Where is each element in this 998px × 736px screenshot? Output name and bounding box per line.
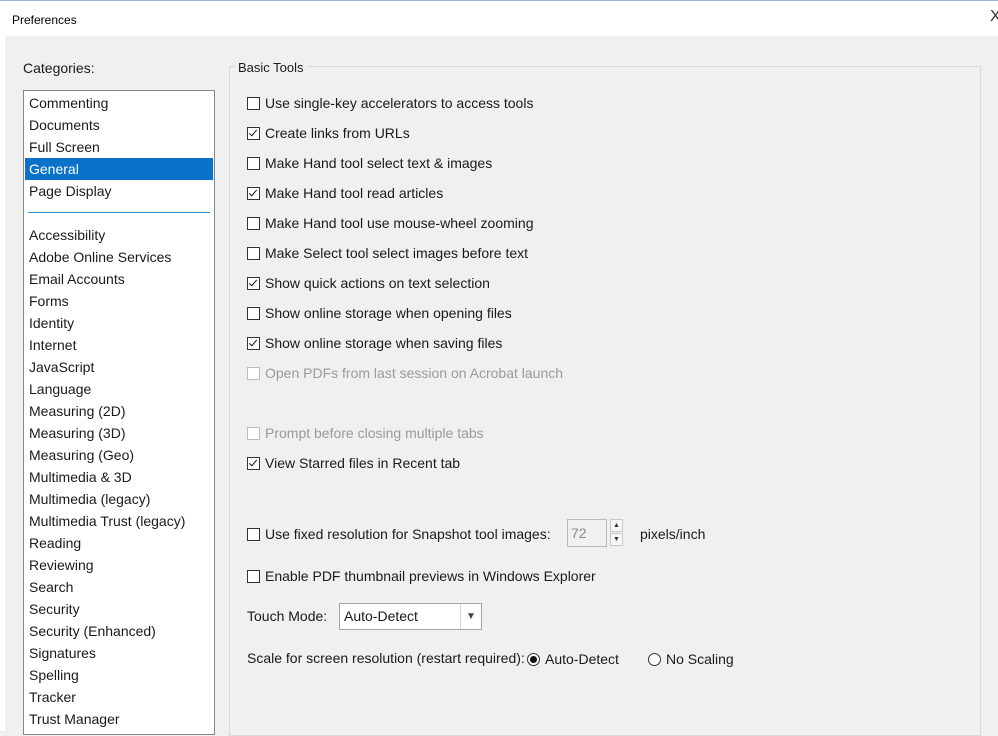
category-accessibility[interactable]: Accessibility [25, 224, 213, 246]
checkbox[interactable] [247, 216, 260, 230]
radio-auto-detect[interactable]: Auto-Detect [527, 650, 619, 668]
radio-label: Auto-Detect [545, 651, 619, 667]
title-bar: Preferences X [0, 0, 998, 36]
option-pdf-thumbnail-previews[interactable]: Enable PDF thumbnail previews in Windows… [247, 566, 596, 586]
checkbox [247, 366, 260, 380]
checkbox[interactable] [247, 276, 260, 290]
option-fixed-snapshot-resolution[interactable]: Use fixed resolution for Snapshot tool i… [247, 524, 551, 544]
option-label: Use single-key accelerators to access to… [265, 95, 534, 111]
category-reviewing[interactable]: Reviewing [25, 554, 213, 576]
option-label: View Starred files in Recent tab [265, 455, 461, 471]
category-adobe-online-services[interactable]: Adobe Online Services [25, 246, 213, 268]
snapshot-resolution-input: 72 [567, 519, 607, 547]
option-view-starred-files[interactable]: View Starred files in Recent tab [247, 453, 460, 473]
category-multimedia-trust-legacy[interactable]: Multimedia Trust (legacy) [25, 510, 213, 532]
category-commenting[interactable]: Commenting [25, 92, 213, 114]
checkbox[interactable] [247, 336, 260, 350]
option-label: Show online storage when opening files [265, 305, 512, 321]
checkbox[interactable] [247, 246, 260, 260]
category-measuring-3d[interactable]: Measuring (3D) [25, 422, 213, 444]
checkbox[interactable] [247, 569, 260, 583]
stepper-down-icon: ▼ [610, 533, 623, 546]
option-label: Prompt before closing multiple tabs [265, 425, 484, 441]
categories-list[interactable]: Commenting Documents Full Screen General… [23, 90, 215, 735]
option-label: Make Hand tool use mouse-wheel zooming [265, 215, 534, 231]
category-general[interactable]: General [25, 158, 213, 180]
option-online-storage-saving[interactable]: Show online storage when saving files [247, 333, 502, 353]
radio-no-scaling[interactable]: No Scaling [648, 650, 734, 668]
category-tracker[interactable]: Tracker [25, 686, 213, 708]
close-icon[interactable]: X [990, 9, 998, 25]
checkbox[interactable] [247, 186, 260, 200]
option-label: Make Hand tool select text & images [265, 155, 493, 171]
option-label: Enable PDF thumbnail previews in Windows… [265, 568, 596, 584]
option-select-images-before-text[interactable]: Make Select tool select images before te… [247, 243, 528, 263]
option-single-key-accelerators[interactable]: Use single-key accelerators to access to… [247, 93, 533, 113]
option-quick-actions[interactable]: Show quick actions on text selection [247, 273, 490, 293]
option-label: Make Select tool select images before te… [265, 245, 529, 261]
option-hand-mouse-wheel-zoom[interactable]: Make Hand tool use mouse-wheel zooming [247, 213, 533, 233]
option-label: Open PDFs from last session on Acrobat l… [265, 365, 564, 381]
category-multimedia-3d[interactable]: Multimedia & 3D [25, 466, 213, 488]
category-full-screen[interactable]: Full Screen [25, 136, 213, 158]
checkbox[interactable] [247, 456, 260, 470]
radio-button[interactable] [527, 652, 540, 666]
checkbox[interactable] [247, 96, 260, 110]
radio-label: No Scaling [666, 651, 734, 667]
option-label: Make Hand tool read articles [265, 185, 444, 201]
category-separator [28, 212, 210, 213]
option-open-last-session: Open PDFs from last session on Acrobat l… [247, 363, 563, 383]
category-security-enhanced[interactable]: Security (Enhanced) [25, 620, 213, 642]
category-trust-manager[interactable]: Trust Manager [25, 708, 213, 730]
window-border [0, 36, 5, 731]
chevron-down-icon[interactable]: ▼ [460, 604, 481, 629]
touch-mode-value: Auto-Detect [344, 608, 418, 624]
checkbox[interactable] [247, 306, 260, 320]
basic-tools-title: Basic Tools [235, 60, 307, 75]
option-hand-read-articles[interactable]: Make Hand tool read articles [247, 183, 443, 203]
stepper-up-icon: ▲ [610, 519, 623, 532]
option-hand-select-text-images[interactable]: Make Hand tool select text & images [247, 153, 492, 173]
option-online-storage-opening[interactable]: Show online storage when opening files [247, 303, 512, 323]
scale-label: Scale for screen resolution (restart req… [247, 650, 525, 666]
checkbox[interactable] [247, 527, 260, 541]
window-title: Preferences [12, 13, 77, 27]
category-security[interactable]: Security [25, 598, 213, 620]
option-prompt-closing-tabs: Prompt before closing multiple tabs [247, 423, 484, 443]
category-identity[interactable]: Identity [25, 312, 213, 334]
touch-mode-label: Touch Mode: [247, 608, 328, 624]
category-forms[interactable]: Forms [25, 290, 213, 312]
option-label: Show online storage when saving files [265, 335, 503, 351]
category-multimedia-legacy[interactable]: Multimedia (legacy) [25, 488, 213, 510]
radio-button[interactable] [648, 652, 661, 666]
category-documents[interactable]: Documents [25, 114, 213, 136]
category-signatures[interactable]: Signatures [25, 642, 213, 664]
checkbox [247, 426, 260, 440]
touch-mode-select[interactable]: Auto-Detect ▼ [339, 603, 482, 630]
option-label: Show quick actions on text selection [265, 275, 490, 291]
snapshot-resolution-stepper: 72 ▲ ▼ [567, 519, 625, 549]
category-javascript[interactable]: JavaScript [25, 356, 213, 378]
category-search[interactable]: Search [25, 576, 213, 598]
category-spelling[interactable]: Spelling [25, 664, 213, 686]
checkbox[interactable] [247, 156, 260, 170]
option-create-links-from-urls[interactable]: Create links from URLs [247, 123, 410, 143]
category-email-accounts[interactable]: Email Accounts [25, 268, 213, 290]
category-language[interactable]: Language [25, 378, 213, 400]
option-label: Use fixed resolution for Snapshot tool i… [265, 526, 551, 542]
option-label: Create links from URLs [265, 125, 410, 141]
category-internet[interactable]: Internet [25, 334, 213, 356]
snapshot-unit-label: pixels/inch [640, 526, 706, 542]
category-reading[interactable]: Reading [25, 532, 213, 554]
categories-label: Categories: [23, 60, 95, 76]
category-page-display[interactable]: Page Display [25, 180, 213, 202]
category-measuring-2d[interactable]: Measuring (2D) [25, 400, 213, 422]
checkbox[interactable] [247, 126, 260, 140]
category-measuring-geo[interactable]: Measuring (Geo) [25, 444, 213, 466]
